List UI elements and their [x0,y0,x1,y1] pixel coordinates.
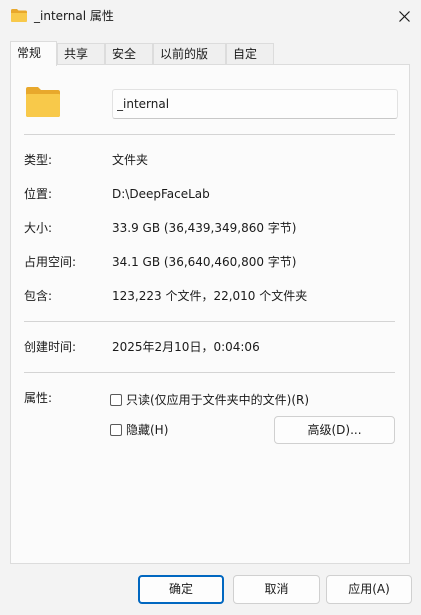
ok-button[interactable]: 确定 [138,575,224,604]
created-value: 2025年2月10日，0:04:06 [112,340,260,354]
apply-button[interactable]: 应用(A) [326,575,412,604]
tab-strip: 常规 共享 安全 以前的版本 自定义 [10,41,410,82]
type-label: 类型: [24,153,53,167]
hidden-checkbox-label[interactable]: 隐藏(H) [126,422,168,438]
hidden-checkbox[interactable] [110,424,122,436]
size-on-disk-label: 占用空间: [24,255,77,269]
tab-previous-versions[interactable]: 以前的版本 [153,43,226,82]
divider [24,321,395,322]
contains-label: 包含: [24,289,53,303]
readonly-checkbox-row[interactable]: 只读(仅应用于文件夹中的文件)(R) [110,392,309,408]
size-value: 33.9 GB (36,439,349,860 字节) [112,221,297,235]
attributes-label: 属性: [24,391,53,405]
folder-icon [26,87,60,117]
advanced-button[interactable]: 高级(D)... [274,416,395,444]
size-label: 大小: [24,221,53,235]
title-bar: _internal 属性 [0,0,421,34]
location-value: D:\DeepFaceLab [112,187,210,201]
contains-value: 123,223 个文件，22,010 个文件夹 [112,289,308,303]
hidden-checkbox-row[interactable]: 隐藏(H) [110,422,168,438]
location-label: 位置: [24,187,53,201]
cancel-button[interactable]: 取消 [233,575,320,604]
general-panel: 类型: 文件夹 位置: D:\DeepFaceLab 大小: 33.9 GB (… [10,64,410,564]
tab-general[interactable]: 常规 [10,41,57,66]
window-title: _internal 属性 [34,9,114,23]
tab-sharing[interactable]: 共享 [57,43,105,64]
tab-security[interactable]: 安全 [105,43,153,64]
close-icon [398,10,410,22]
readonly-checkbox-label[interactable]: 只读(仅应用于文件夹中的文件)(R) [126,392,309,408]
divider [24,372,395,373]
type-value: 文件夹 [112,153,149,167]
created-label: 创建时间: [24,340,77,354]
folder-name-input[interactable] [112,89,398,119]
tab-customize[interactable]: 自定义 [226,43,274,82]
divider [24,134,395,135]
folder-icon [11,9,27,22]
readonly-checkbox[interactable] [110,394,122,406]
close-button[interactable] [390,3,418,29]
size-on-disk-value: 34.1 GB (36,640,460,800 字节) [112,255,297,269]
